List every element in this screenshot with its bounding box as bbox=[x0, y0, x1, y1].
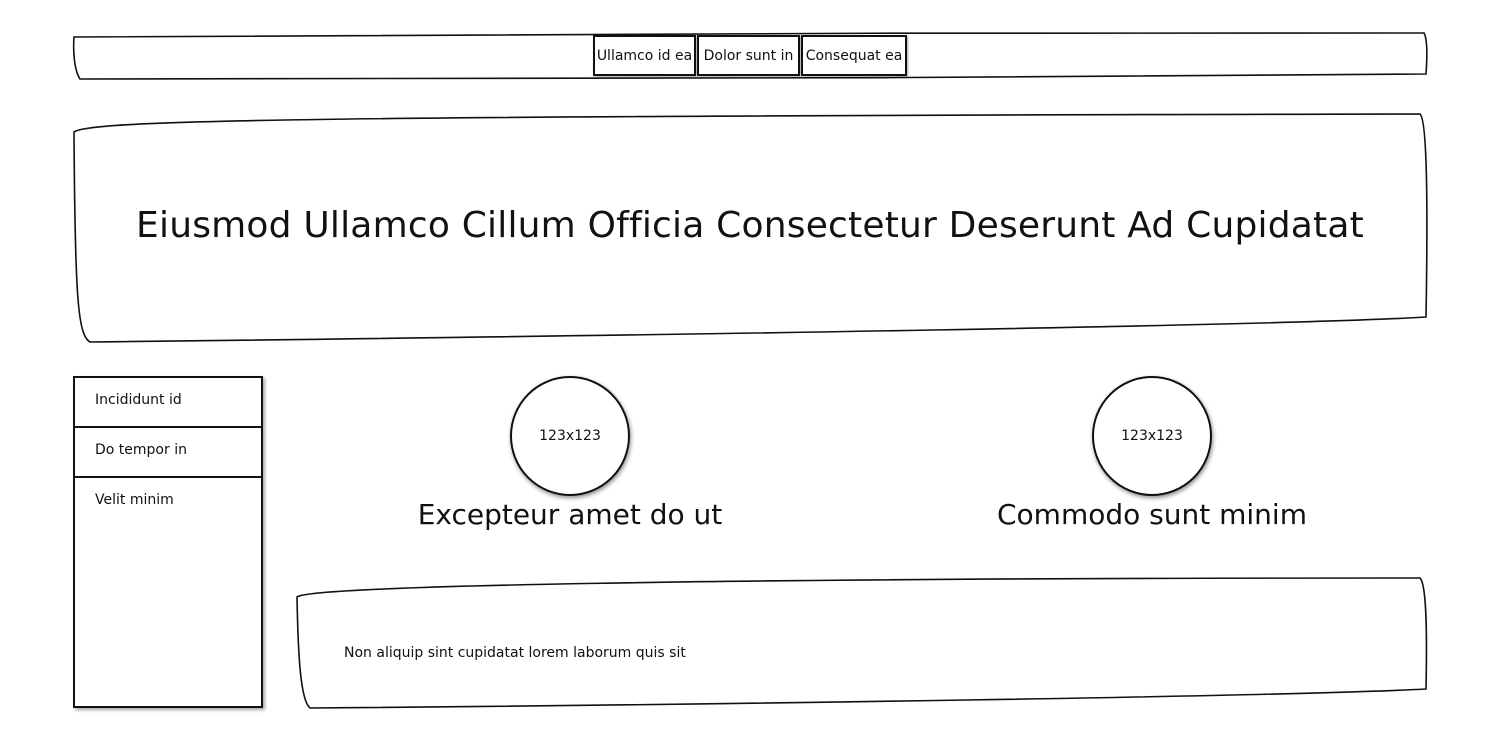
image-placeholder-label: 123x123 bbox=[1121, 428, 1183, 444]
bottom-panel-text: Non aliquip sint cupidatat lorem laborum… bbox=[344, 645, 686, 661]
nav-tab-ullamco[interactable]: Ullamco id ea bbox=[593, 35, 696, 76]
image-placeholder-label: 123x123 bbox=[539, 428, 601, 444]
sidebar-item-do-tempor[interactable]: Do tempor in bbox=[75, 428, 261, 478]
card-title-1: Excepteur amet do ut bbox=[417, 498, 723, 531]
sidebar-item-velit[interactable]: Velit minim bbox=[75, 478, 261, 528]
card-title-2: Commodo sunt minim bbox=[997, 498, 1307, 531]
hero-title: Eiusmod Ullamco Cillum Officia Consectet… bbox=[136, 204, 1364, 246]
image-placeholder-1: 123x123 bbox=[510, 376, 630, 496]
nav-tab-dolor[interactable]: Dolor sunt in bbox=[697, 35, 800, 76]
sidebar-list: Incididunt id Do tempor in Velit minim bbox=[73, 376, 263, 708]
nav-tab-consequat[interactable]: Consequat ea bbox=[801, 35, 907, 76]
bottom-panel-outline bbox=[296, 577, 1428, 709]
sidebar-item-incididunt[interactable]: Incididunt id bbox=[75, 378, 261, 428]
image-placeholder-2: 123x123 bbox=[1092, 376, 1212, 496]
